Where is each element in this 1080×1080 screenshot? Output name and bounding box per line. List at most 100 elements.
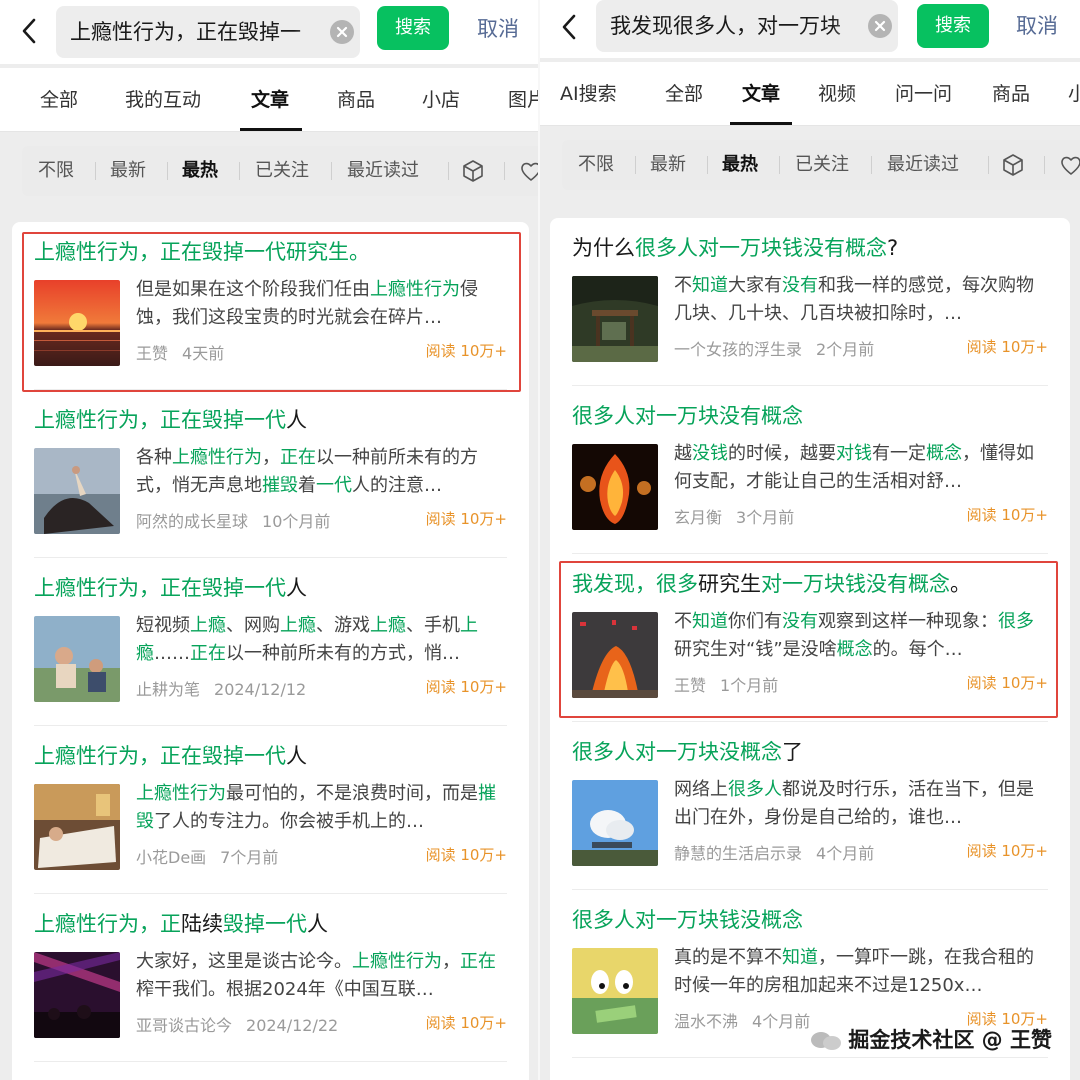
result-title[interactable]: 上瘾性行为，正在毁掉一代人 — [34, 572, 307, 604]
result-read-count: 阅读 10万+ — [966, 674, 1048, 692]
tab-ask[interactable]: 问一问 — [895, 62, 952, 126]
result-time: 10个月前 — [262, 512, 331, 531]
result-author: 一个女孩的浮生录 — [674, 340, 803, 359]
filter-hottest[interactable]: 最热 — [722, 140, 758, 190]
filter-any[interactable]: 不限 — [38, 146, 74, 196]
result-snippet: 网络上很多人都说及时行乐，活在当下，但是出门在外，身份是自己给的，谁也… — [674, 779, 1034, 828]
tab-bar: AI搜索 全部 文章 视频 问一问 商品 小 — [540, 62, 1080, 126]
filter-recently-read[interactable]: 最近读过 — [347, 146, 419, 196]
tab-all[interactable]: 全部 — [665, 62, 703, 126]
wechat-logo-icon — [811, 1032, 842, 1050]
result-item[interactable]: 上瘾性行为，正在毁掉一代人 短视频上瘾、网购上瘾、游戏上瘾、手机上瘾……正在以一种… — [12, 558, 529, 726]
result-author: 王赞 — [136, 344, 169, 363]
result-author: 阿然的成长星球 — [136, 512, 249, 531]
result-title[interactable]: 上瘾性行为，正陆续毁掉一代人 — [34, 908, 328, 940]
result-title[interactable]: 上瘾性行为，正在毁掉一代人 — [34, 404, 307, 436]
results-list: 上瘾性行为，正在毁掉一代研究生。但是如果在这个阶段我们任由上瘾性行为侵蚀，我们这… — [12, 222, 529, 1080]
result-thumbnail[interactable] — [34, 784, 120, 870]
result-snippet: 大家好，这里是谈古论今。上瘾性行为，正在榨干我们。根据2024年《中国互联… — [136, 951, 496, 1000]
result-source: 一个女孩的浮生录 2个月前 — [674, 336, 874, 360]
result-item[interactable]: 上瘾性行为，正在毁掉一代人 上瘾性行为最可怕的，不是浪费时间，而是摧毁了人的专注力… — [12, 726, 529, 894]
result-time: 4天前 — [182, 344, 225, 363]
result-title[interactable]: 为什么很多人对一万块钱没有概念? — [572, 232, 898, 264]
filter-hottest[interactable]: 最热 — [182, 146, 218, 196]
result-snippet: 不知道你们有没有观察到这样一种现象：很多研究生对“钱”是没啥概念的。每个… — [674, 611, 1034, 660]
result-thumbnail[interactable] — [34, 952, 120, 1038]
result-source: 静慧的生活启示录 4个月前 — [674, 840, 874, 864]
result-read-count: 阅读 10万+ — [425, 510, 507, 528]
filter-followed[interactable]: 已关注 — [255, 146, 309, 196]
tab-bar: 全部 我的互动 文章 商品 小店 图片 — [0, 68, 538, 132]
result-item[interactable]: 我发现，很多研究生对一万块钱没有概念。不知道你们有没有观察到这样一种现象：很多研… — [550, 554, 1070, 722]
result-snippet: 但是如果在这个阶段我们任由上瘾性行为侵蚀，我们这段宝贵的时光就会在碎片… — [136, 279, 478, 328]
result-time: 7个月前 — [220, 848, 279, 867]
tab-articles[interactable]: 文章 — [742, 62, 780, 126]
result-thumbnail[interactable] — [34, 280, 120, 366]
result-title[interactable]: 很多人对一万块没概念了 — [572, 736, 803, 768]
search-button[interactable]: 搜索 — [377, 6, 449, 50]
heart-icon[interactable] — [518, 158, 538, 184]
back-arrow-icon[interactable] — [18, 16, 42, 46]
result-source: 王赞 1个月前 — [674, 672, 778, 696]
filter-followed[interactable]: 已关注 — [795, 140, 849, 190]
tab-more[interactable]: 小 — [1068, 62, 1080, 126]
result-author: 亚哥谈古论今 — [136, 1016, 233, 1035]
right-screenshot: 我发现很多人，对一万块 搜索 取消 AI搜索 全部 文章 视频 问一问 商品 小… — [540, 0, 1080, 1080]
result-title[interactable]: 很多人对一万块没有概念 — [572, 400, 803, 432]
tab-articles[interactable]: 文章 — [251, 68, 289, 132]
clear-icon[interactable] — [330, 20, 354, 44]
result-title[interactable]: 我发现，很多研究生对一万块钱没有概念。 — [572, 568, 971, 600]
result-item[interactable]: 上瘾性行为，正在毁掉一代人 各种上瘾性行为，正在以一种前所未有的方式，悄无声息地摧… — [12, 390, 529, 558]
result-thumbnail[interactable] — [34, 616, 120, 702]
result-time: 1个月前 — [720, 676, 779, 695]
result-author: 小花De画 — [136, 848, 207, 867]
result-item[interactable]: 很多人对一万块没有概念越没钱的时候，越要对钱有一定概念，懂得如何支配，才能让自己… — [550, 386, 1070, 554]
filter-latest[interactable]: 最新 — [110, 146, 146, 196]
tab-ai-search[interactable]: AI搜索 — [560, 62, 617, 126]
search-input[interactable]: 我发现很多人，对一万块 — [596, 0, 898, 52]
back-arrow-icon[interactable] — [558, 12, 582, 42]
tab-shops[interactable]: 小店 — [422, 68, 460, 132]
result-item[interactable]: 上瘾性行为，正陆续毁掉一代人大家好，这里是谈古论今。上瘾性行为，正在榨干我们。根… — [12, 894, 529, 1062]
cancel-button[interactable]: 取消 — [1016, 10, 1058, 42]
result-author: 王赞 — [674, 676, 707, 695]
tab-images[interactable]: 图片 — [508, 68, 538, 132]
result-thumbnail[interactable] — [572, 444, 658, 530]
result-title[interactable]: 上瘾性行为，正在毁掉一代研究生。 — [34, 236, 370, 268]
clear-icon[interactable] — [868, 14, 892, 38]
result-item[interactable]: 很多人对一万块没概念了网络上很多人都说及时行乐，活在当下，但是出门在外，身份是自… — [550, 722, 1070, 890]
result-time: 2024/12/12 — [214, 680, 307, 699]
result-read-count: 阅读 10万+ — [425, 1014, 507, 1032]
tab-all[interactable]: 全部 — [40, 68, 78, 132]
result-thumbnail[interactable] — [572, 780, 658, 866]
search-query: 上瘾性行为，正在毁掉一 — [70, 20, 301, 44]
result-snippet: 越没钱的时候，越要对钱有一定概念，懂得如何支配，才能让自己的生活相对舒… — [674, 443, 1034, 492]
result-item[interactable]: 上瘾性行为，正在毁掉一代研究生。但是如果在这个阶段我们任由上瘾性行为侵蚀，我们这… — [12, 222, 529, 390]
active-tab-indicator — [240, 128, 302, 131]
result-thumbnail[interactable] — [572, 612, 658, 698]
result-source: 王赞 4天前 — [136, 340, 224, 364]
tab-my-interactions[interactable]: 我的互动 — [125, 68, 201, 132]
filter-recently-read[interactable]: 最近读过 — [887, 140, 959, 190]
result-thumbnail[interactable] — [572, 276, 658, 362]
result-author: 止耕为笔 — [136, 680, 201, 699]
tab-products[interactable]: 商品 — [337, 68, 375, 132]
result-read-count: 阅读 10万+ — [425, 678, 507, 696]
result-time: 2个月前 — [816, 340, 875, 359]
result-thumbnail[interactable] — [34, 448, 120, 534]
cube-icon[interactable] — [1000, 152, 1026, 178]
filter-any[interactable]: 不限 — [578, 140, 614, 190]
cube-icon[interactable] — [460, 158, 486, 184]
result-item[interactable]: 为什么很多人对一万块钱没有概念? 不知道大家有没有和我一样的感觉，每次购物几块、几… — [550, 218, 1070, 386]
tab-videos[interactable]: 视频 — [818, 62, 856, 126]
result-thumbnail[interactable] — [572, 948, 658, 1034]
filter-latest[interactable]: 最新 — [650, 140, 686, 190]
result-title[interactable]: 很多人对一万块钱没概念 — [572, 904, 803, 936]
result-title[interactable]: 上瘾性行为，正在毁掉一代人 — [34, 740, 307, 772]
search-button[interactable]: 搜索 — [917, 4, 989, 48]
heart-icon[interactable] — [1058, 152, 1080, 178]
search-input[interactable]: 上瘾性行为，正在毁掉一 — [56, 6, 360, 58]
result-read-count: 阅读 10万+ — [966, 842, 1048, 860]
tab-products[interactable]: 商品 — [992, 62, 1030, 126]
cancel-button[interactable]: 取消 — [477, 13, 519, 45]
